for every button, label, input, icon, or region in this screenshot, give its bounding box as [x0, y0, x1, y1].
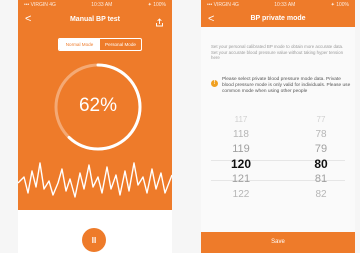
clock-text: 10:33 AM [91, 2, 113, 8]
page-title: Manual BP test [69, 15, 121, 23]
mode-toggle: Normal Mode Personal Mode [58, 38, 142, 51]
battery-text: ✦ 100% [147, 2, 166, 8]
diastolic-value[interactable]: 80 [301, 157, 341, 172]
diastolic-value[interactable]: 79 [301, 142, 341, 157]
save-button[interactable]: Save [201, 232, 355, 253]
description-text: Set your personal calibrated BP mode to … [211, 44, 344, 61]
header-bar: ••• VIRGIN 4G 10:33 AM ✦ 100% < BP priva… [201, 0, 355, 27]
pause-button[interactable]: II [82, 228, 106, 252]
back-button[interactable]: < [25, 12, 31, 26]
diastolic-value[interactable]: 77 [301, 112, 341, 127]
systolic-value[interactable]: 118 [221, 127, 261, 142]
warning-text: Please select private blood pressure mod… [222, 77, 351, 94]
carrier-text: ••• VIRGIN 4G [24, 2, 56, 8]
clock-text: 10:33 AM [274, 2, 296, 8]
pulse-waveform [18, 162, 172, 198]
systolic-value[interactable]: 119 [221, 142, 261, 157]
systolic-value[interactable]: 117 [221, 112, 261, 127]
systolic-value[interactable]: 120 [221, 157, 261, 172]
diastolic-value[interactable]: 78 [301, 127, 341, 142]
manual-bp-test-screen: ••• VIRGIN 4G 10:33 AM ✦ 100% < Manual B… [18, 0, 172, 253]
measurement-panel: ••• VIRGIN 4G 10:33 AM ✦ 100% < Manual B… [18, 0, 172, 210]
systolic-value[interactable]: 122 [221, 187, 261, 202]
normal-mode-tab[interactable]: Normal Mode [59, 39, 100, 50]
nav-bar: < Manual BP test [18, 11, 172, 27]
diastolic-value[interactable]: 82 [301, 187, 341, 202]
carrier-text: ••• VIRGIN 4G [207, 2, 239, 8]
share-icon[interactable] [155, 14, 164, 32]
diastolic-value[interactable]: 81 [301, 172, 341, 187]
personal-mode-tab[interactable]: Personal Mode [100, 39, 141, 50]
systolic-value[interactable]: 121 [221, 172, 261, 187]
warning-icon: ! [211, 80, 218, 87]
bp-private-mode-screen: ••• VIRGIN 4G 10:33 AM ✦ 100% < BP priva… [201, 0, 355, 253]
bp-value-picker[interactable]: 117 77 118 78 119 79 120 80 121 81 122 82 [201, 115, 355, 224]
page-title: BP private mode [250, 15, 306, 22]
status-bar: ••• VIRGIN 4G 10:33 AM ✦ 100% [18, 1, 172, 10]
battery-text: ✦ 100% [330, 2, 349, 8]
screenshot-stage: ••• VIRGIN 4G 10:33 AM ✦ 100% < Manual B… [0, 0, 360, 253]
progress-percent: 62% [78, 95, 118, 116]
warning-notice: ! Please select private blood pressure m… [211, 77, 351, 95]
status-bar: ••• VIRGIN 4G 10:33 AM ✦ 100% [201, 1, 355, 10]
